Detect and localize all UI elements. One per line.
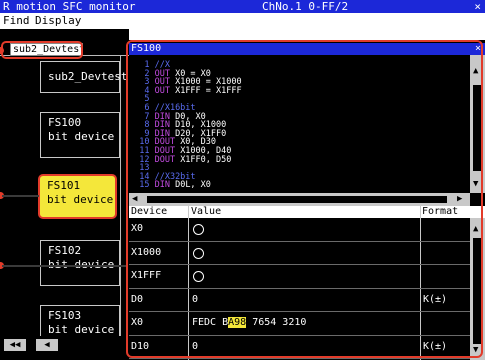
value-highlight: A98 bbox=[228, 317, 247, 328]
device-cell[interactable]: D0 bbox=[131, 294, 143, 306]
program-listing[interactable]: 1 //X 2 OUT X0 = X0 3 OUT X1000 = X1000 … bbox=[129, 55, 470, 193]
device-table-header: Device Value Format bbox=[129, 206, 485, 218]
title-bar: R motion SFC monitor ChNo.1 0-FF/2 × bbox=[0, 0, 485, 13]
format-cell[interactable]: K(±) bbox=[423, 341, 447, 353]
scroll-up-icon[interactable]: ▲ bbox=[473, 225, 478, 234]
device-cell[interactable]: D10 bbox=[131, 341, 149, 353]
value-text: 7654 3210 bbox=[246, 317, 307, 328]
menu-display[interactable]: Display bbox=[35, 13, 81, 29]
row-divider bbox=[129, 311, 470, 312]
step-desc: bit device bbox=[48, 130, 115, 143]
step-name: FS102 bbox=[48, 244, 82, 257]
scroll-up-icon[interactable]: ▲ bbox=[473, 67, 478, 76]
step-name: FS101 bbox=[47, 179, 81, 192]
jump-prev-icon[interactable]: ◀ bbox=[36, 339, 58, 351]
code-operands: X1FFF = X1FFF bbox=[175, 85, 242, 96]
row-divider bbox=[129, 334, 470, 336]
value-cell[interactable]: 0 bbox=[192, 341, 198, 353]
bit-off-indicator bbox=[193, 247, 204, 259]
scroll-thumb[interactable] bbox=[473, 238, 482, 344]
app-title: R motion SFC monitor bbox=[3, 0, 136, 13]
value-text: FEDC B bbox=[192, 317, 229, 328]
instruction-keyword: DOUT bbox=[154, 154, 181, 165]
scroll-thumb[interactable] bbox=[473, 85, 482, 171]
instruction-keyword: OUT bbox=[154, 85, 176, 96]
callout-leader-line bbox=[2, 265, 126, 267]
bit-off-indicator bbox=[193, 224, 204, 235]
step-desc: bit device bbox=[47, 193, 114, 206]
code-line: 15 DIN D0L, X0 bbox=[129, 181, 211, 190]
sfc-connection-line bbox=[120, 56, 121, 338]
line-number: 15 bbox=[129, 180, 155, 191]
close-icon[interactable]: × bbox=[475, 43, 481, 55]
scroll-left-icon[interactable]: ◀ bbox=[132, 195, 137, 204]
value-column-header: Value bbox=[191, 206, 222, 217]
scroll-right-icon[interactable]: ▶ bbox=[457, 195, 462, 204]
value-cell[interactable]: 0 bbox=[192, 294, 198, 306]
step-desc: bit device bbox=[48, 323, 115, 336]
row-divider bbox=[129, 287, 470, 289]
scroll-down-icon[interactable]: ▼ bbox=[473, 180, 478, 189]
device-cell[interactable]: X0 bbox=[131, 223, 143, 235]
step-panel-title: FS100 bbox=[131, 43, 162, 54]
step-box-sub2-devtest[interactable]: sub2_Devtest bbox=[40, 61, 127, 93]
close-icon[interactable]: × bbox=[474, 0, 481, 13]
menu-bar: Find Display bbox=[0, 13, 485, 29]
column-divider bbox=[420, 206, 421, 360]
scroll-down-icon[interactable]: ▼ bbox=[473, 346, 478, 355]
device-column-header: Device bbox=[131, 206, 168, 217]
format-column-header: Format bbox=[422, 206, 459, 217]
step-box-fs100[interactable]: FS100 bit device bbox=[40, 112, 120, 158]
step-nav-bar: ◀◀ ◀ bbox=[0, 336, 129, 360]
code-operands: D0L, X0 bbox=[175, 180, 211, 191]
channel-label: ChNo.1 0-FF/2 bbox=[262, 0, 349, 13]
value-cell[interactable]: FEDC BA98 7654 3210 bbox=[192, 317, 306, 329]
device-cell[interactable]: X1000 bbox=[131, 247, 161, 259]
column-divider bbox=[188, 206, 189, 360]
menu-find[interactable]: Find bbox=[3, 13, 30, 29]
code-vertical-scrollbar[interactable]: ▲ ▼ bbox=[470, 55, 485, 193]
scroll-thumb[interactable] bbox=[147, 196, 447, 203]
row-divider bbox=[129, 358, 470, 359]
jump-first-icon[interactable]: ◀◀ bbox=[4, 339, 26, 351]
step-box-fs102[interactable]: FS102 bit device bbox=[40, 240, 120, 286]
step-name: FS103 bbox=[48, 309, 82, 322]
tab-callout-frame bbox=[1, 41, 83, 59]
step-label: sub2_Devtest bbox=[48, 70, 128, 83]
callout-leader-line bbox=[2, 195, 39, 197]
row-divider bbox=[129, 264, 470, 265]
device-cell[interactable]: X0 bbox=[131, 317, 143, 329]
step-panel-titlebar: FS100 × bbox=[129, 43, 485, 55]
step-name: FS100 bbox=[48, 116, 82, 129]
bit-off-indicator bbox=[193, 271, 204, 282]
device-cell[interactable]: X1FFF bbox=[131, 270, 161, 282]
row-divider bbox=[129, 240, 470, 242]
code-operands: X1FF0, D50 bbox=[180, 154, 232, 165]
instruction-keyword: DIN bbox=[154, 180, 176, 191]
step-box-fs101-selected[interactable]: FS101 bit device bbox=[38, 174, 117, 219]
format-cell[interactable]: K(±) bbox=[423, 294, 447, 306]
code-horizontal-scrollbar[interactable]: ◀ ▶ bbox=[129, 193, 470, 206]
device-table[interactable] bbox=[129, 218, 470, 360]
table-vertical-scrollbar[interactable]: ▲ ▼ bbox=[470, 218, 485, 360]
